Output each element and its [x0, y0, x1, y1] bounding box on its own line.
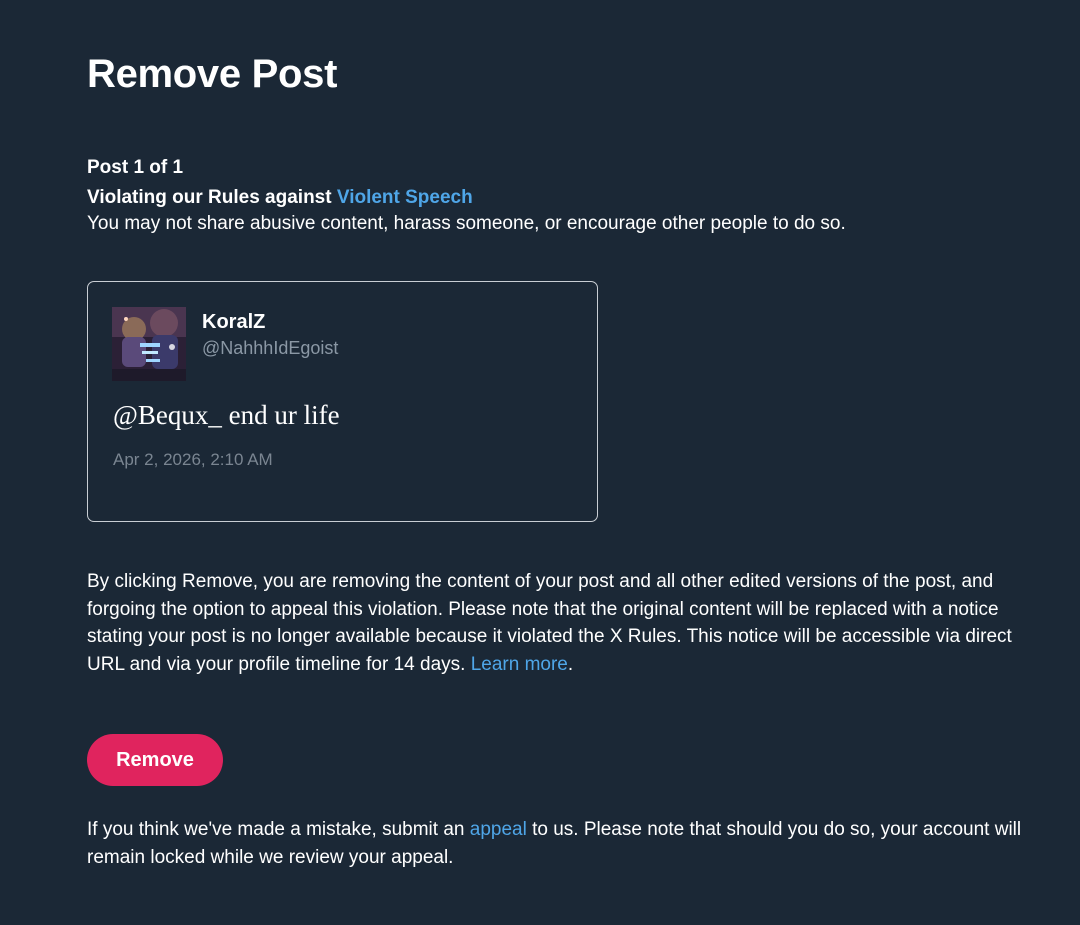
post-text: @Bequx_ end ur life — [113, 400, 340, 430]
appeal-note-prefix: If you think we've made a mistake, submi… — [87, 819, 470, 840]
learn-more-link[interactable]: Learn more — [471, 654, 568, 675]
appeal-link[interactable]: appeal — [470, 819, 527, 840]
profile-avatar-image — [112, 307, 186, 381]
rule-link-violent-speech[interactable]: Violent Speech — [337, 187, 473, 208]
removal-notice-period: . — [567, 654, 574, 676]
violation-heading-text: Violating our Rules against — [87, 187, 337, 208]
appeal-note: If you think we've made a mistake, submi… — [87, 816, 1027, 871]
post-author-handle: @NahhhIdEgoist — [202, 338, 339, 358]
rule-description: You may not share abusive content, haras… — [87, 213, 846, 234]
post-card: KoralZ @NahhhIdEgoist @Bequx_ end ur lif… — [87, 281, 598, 522]
avatar — [112, 307, 186, 381]
removal-notice: By clicking Remove, you are removing the… — [87, 568, 1012, 679]
post-author-name: KoralZ — [202, 311, 266, 333]
post-counter: Post 1 of 1 — [87, 157, 184, 178]
violation-heading: Violating our Rules against Violent Spee… — [87, 185, 473, 211]
page-title: Remove Post — [87, 52, 338, 96]
remove-button[interactable]: Remove — [87, 734, 223, 786]
post-timestamp: Apr 2, 2026, 2:10 AM — [113, 450, 273, 469]
